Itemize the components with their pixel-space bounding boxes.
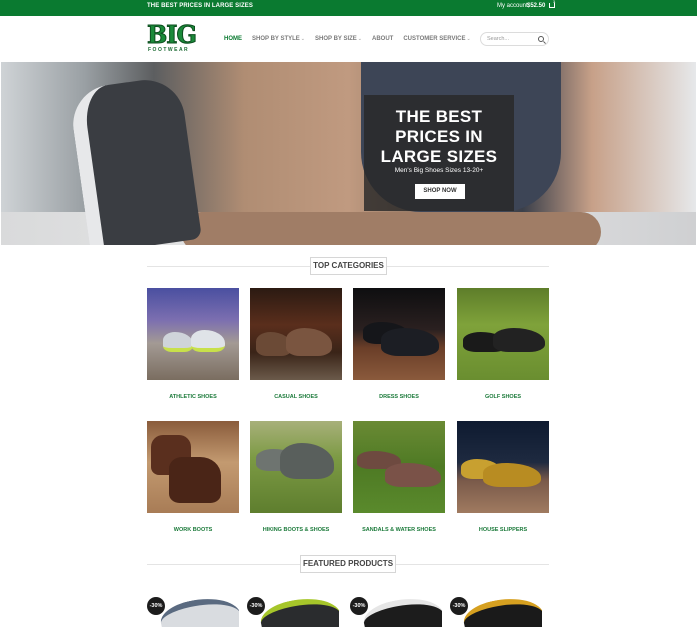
chevron-down-icon: ⌄: [300, 36, 305, 42]
shop-now-button[interactable]: SHOP NOW: [415, 184, 465, 199]
category-label-golf[interactable]: GOLF SHOES: [457, 394, 549, 400]
product-card[interactable]: -30%: [450, 587, 542, 627]
category-image-work-boots[interactable]: [147, 421, 239, 513]
top-categories-title: TOP CATEGORIES: [310, 257, 387, 275]
product-card[interactable]: -30%: [247, 587, 339, 627]
category-image-dress[interactable]: [353, 288, 445, 380]
chevron-down-icon: ⌄: [357, 36, 362, 42]
product-image: [157, 591, 239, 627]
top-bar: THE BEST PRICES IN LARGE SIZES My accoun…: [0, 0, 697, 16]
cart-total: $52.50: [527, 3, 546, 9]
nav-label: CUSTOMER SERVICE: [403, 36, 466, 42]
category-label-sandals[interactable]: SANDALS & WATER SHOES: [353, 527, 445, 533]
category-image-hiking[interactable]: [250, 421, 342, 513]
hero-headline: THE BEST PRICES IN LARGE SIZES: [364, 107, 514, 167]
hero-panel: THE BEST PRICES IN LARGE SIZES Men's Big…: [364, 95, 514, 211]
category-label-dress[interactable]: DRESS SHOES: [353, 394, 445, 400]
search-icon[interactable]: [538, 36, 544, 42]
search-input[interactable]: Search...: [480, 32, 549, 46]
category-image-golf[interactable]: [457, 288, 549, 380]
cart-count: 1: [553, 0, 556, 4]
nav-item-home[interactable]: HOME: [224, 36, 242, 42]
my-account-link[interactable]: My account: [497, 3, 528, 9]
hero-subtext: Men's Big Shoes Sizes 13-20+: [394, 167, 484, 174]
category-label-athletic[interactable]: ATHLETIC SHOES: [147, 394, 239, 400]
hero-headline-line: THE BEST: [395, 107, 483, 126]
site-logo[interactable]: BIG FOOTWEAR: [145, 20, 197, 58]
cart-icon: 1: [549, 0, 556, 8]
category-label-casual[interactable]: CASUAL SHOES: [250, 394, 342, 400]
category-label-slippers[interactable]: HOUSE SLIPPERS: [457, 527, 549, 533]
category-label-hiking[interactable]: HIKING BOOTS & SHOES: [250, 527, 342, 533]
nav-item-shop-by-style[interactable]: SHOP BY STYLE⌄: [252, 36, 305, 42]
sale-badge: -30%: [247, 597, 265, 615]
product-image: [257, 591, 339, 627]
logo-main-text: BIG: [146, 20, 197, 49]
cart-link[interactable]: $52.50 1: [527, 0, 556, 9]
category-image-sandals[interactable]: [353, 421, 445, 513]
category-image-slippers[interactable]: [457, 421, 549, 513]
nav-item-shop-by-size[interactable]: SHOP BY SIZE⌄: [315, 36, 362, 42]
search-placeholder: Search...: [487, 36, 510, 42]
nav-item-about[interactable]: ABOUT: [372, 36, 393, 42]
hero-headline-line: LARGE SIZES: [380, 147, 498, 166]
product-image: [460, 591, 542, 627]
logo-sub-text: FOOTWEAR: [148, 47, 190, 53]
nav-label: SHOP BY SIZE: [315, 36, 357, 42]
hero-banner: THE BEST PRICES IN LARGE SIZES Men's Big…: [1, 62, 696, 245]
promo-text: THE BEST PRICES IN LARGE SIZES: [147, 3, 254, 9]
nav-label: HOME: [224, 36, 242, 42]
sale-badge: -30%: [147, 597, 165, 615]
sale-badge: -30%: [350, 597, 368, 615]
product-card[interactable]: -30%: [350, 587, 442, 627]
nav-label: SHOP BY STYLE: [252, 36, 300, 42]
product-card[interactable]: -30%: [147, 587, 239, 627]
category-image-casual[interactable]: [250, 288, 342, 380]
product-image: [360, 591, 442, 627]
chevron-down-icon: ⌄: [466, 36, 471, 42]
hero-headline-line: PRICES IN: [395, 127, 483, 146]
site-header: BIG FOOTWEAR HOME SHOP BY STYLE⌄ SHOP BY…: [0, 16, 697, 62]
sale-badge: -30%: [450, 597, 468, 615]
hero-shoe-image: [68, 75, 202, 245]
hero-leg: [181, 212, 601, 245]
featured-products-title: FEATURED PRODUCTS: [300, 555, 396, 573]
nav-label: ABOUT: [372, 36, 394, 42]
main-nav: HOME SHOP BY STYLE⌄ SHOP BY SIZE⌄ ABOUT …: [224, 36, 471, 42]
category-label-work-boots[interactable]: WORK BOOTS: [147, 527, 239, 533]
nav-item-customer-service[interactable]: CUSTOMER SERVICE⌄: [403, 36, 470, 42]
category-image-athletic[interactable]: [147, 288, 239, 380]
